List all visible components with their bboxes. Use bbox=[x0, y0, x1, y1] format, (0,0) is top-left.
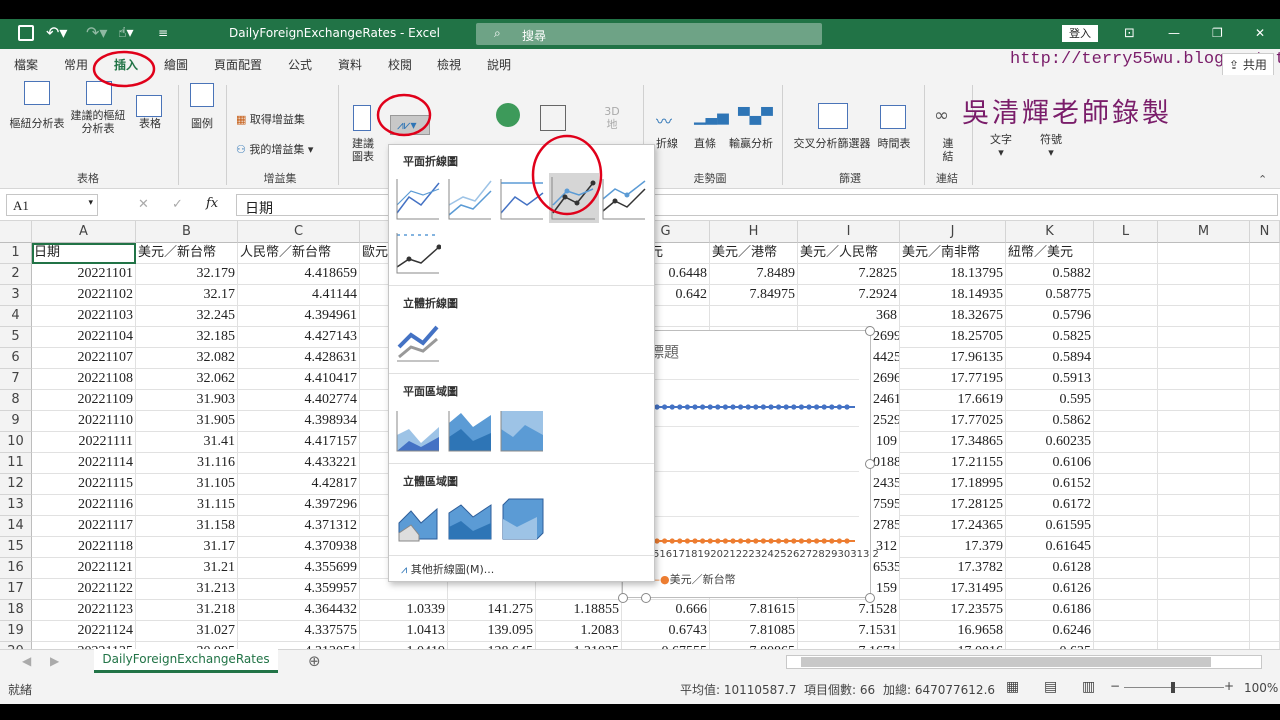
add-sheet-icon[interactable]: ⊕ bbox=[308, 652, 321, 670]
scrollbar-thumb[interactable] bbox=[801, 657, 1211, 667]
horizontal-scrollbar[interactable] bbox=[786, 655, 1262, 669]
next-sheet-icon[interactable]: ▶ bbox=[50, 654, 59, 668]
page-layout-view-icon[interactable]: ▤ bbox=[1044, 679, 1057, 695]
zoom-slider-thumb[interactable] bbox=[1171, 682, 1175, 693]
annotation-circle-line-button bbox=[376, 93, 432, 137]
sheet-tab-bar: ◀ ▶ DailyForeignExchangeRates ⊕ bbox=[0, 649, 1280, 673]
status-sum: 加總: 647077612.6 bbox=[883, 683, 996, 697]
prev-sheet-icon[interactable]: ◀ bbox=[22, 654, 31, 668]
annotation-circle-insert-tab bbox=[92, 50, 156, 88]
zoom-out-icon[interactable]: − bbox=[1110, 679, 1120, 693]
zoom-in-icon[interactable]: + bbox=[1224, 679, 1234, 693]
status-bar: 就緒 平均值: 10110587.7 項目個數: 66 加總: 64707761… bbox=[0, 673, 1280, 704]
excel-window: ↶▾ ↷▾ ☝▾ ≡ DailyForeignExchangeRates - E… bbox=[0, 19, 1280, 704]
status-average: 平均值: 10110587.7 bbox=[680, 683, 797, 697]
status-count: 項目個數: 66 bbox=[804, 683, 876, 697]
page-break-view-icon[interactable]: ▥ bbox=[1082, 679, 1095, 695]
sheet-tab-active[interactable]: DailyForeignExchangeRates bbox=[94, 649, 278, 673]
zoom-level: 100% bbox=[1244, 681, 1279, 695]
annotation-overlay bbox=[92, 50, 603, 216]
status-ready: 就緒 bbox=[8, 683, 33, 697]
normal-view-icon[interactable]: ▦ bbox=[1006, 679, 1019, 695]
annotation-circle-marker-line bbox=[531, 134, 603, 216]
